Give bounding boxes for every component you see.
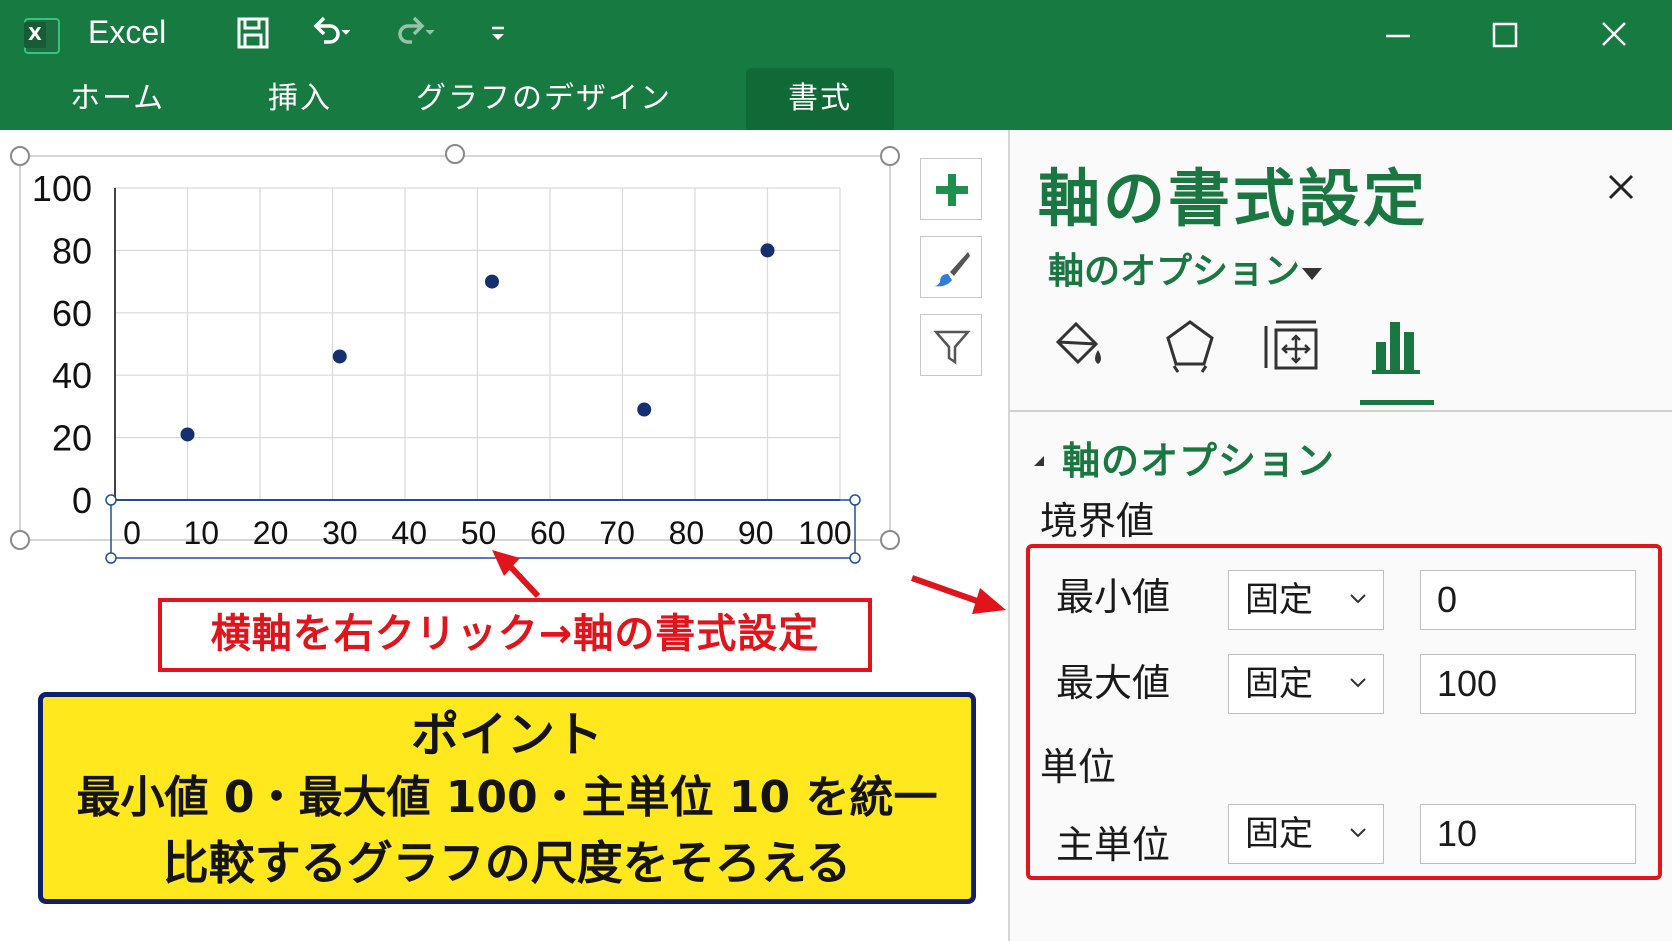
size-properties-icon[interactable] bbox=[1260, 316, 1320, 376]
tab-format[interactable]: 書式 bbox=[746, 68, 894, 130]
chevron-down-icon bbox=[1350, 828, 1366, 838]
maximize-icon[interactable] bbox=[1492, 22, 1518, 48]
major-unit-mode-select[interactable]: 固定 bbox=[1228, 804, 1384, 864]
axis-selection-handle bbox=[105, 494, 117, 506]
data-point bbox=[180, 427, 195, 442]
save-icon[interactable] bbox=[236, 16, 270, 50]
point-note: ポイント 最小値 0・最大値 100・主単位 10 を統一 比較するグラフの尺度… bbox=[38, 692, 976, 904]
app-title: Excel bbox=[88, 14, 167, 50]
major-unit-value-input[interactable]: 10 bbox=[1420, 804, 1636, 864]
major-unit-label: 主単位 bbox=[1056, 823, 1171, 867]
plus-icon bbox=[936, 174, 968, 206]
y-tick-label: 40 bbox=[52, 355, 92, 396]
y-tick-label: 20 bbox=[52, 418, 92, 459]
close-pane-icon[interactable] bbox=[1606, 172, 1636, 202]
tab-chart-design[interactable]: グラフのデザイン bbox=[416, 68, 672, 130]
y-tick-label: 80 bbox=[52, 230, 92, 271]
tab-insert[interactable]: 挿入 bbox=[268, 68, 332, 130]
y-tick-label: 0 bbox=[72, 480, 92, 521]
maximum-label: 最大値 bbox=[1056, 661, 1171, 705]
x-tick-label: 10 bbox=[184, 515, 220, 551]
chart-area-frame[interactable] bbox=[10, 144, 900, 550]
x-tick-label: 30 bbox=[322, 515, 358, 551]
x-tick-label: 80 bbox=[669, 515, 705, 551]
x-tick-label: 70 bbox=[599, 515, 635, 551]
selection-handle bbox=[10, 530, 30, 550]
chevron-down-icon bbox=[1350, 678, 1366, 688]
selection-handle bbox=[880, 146, 900, 166]
data-point bbox=[637, 402, 652, 417]
units-label: 単位 bbox=[1040, 745, 1117, 789]
chart-filters-button[interactable] bbox=[920, 314, 982, 376]
excel-logo-icon: X bbox=[24, 18, 60, 54]
x-tick-label: 100 bbox=[798, 515, 851, 551]
data-point bbox=[485, 274, 499, 289]
arrow-to-pane bbox=[911, 575, 981, 605]
pane-divider bbox=[1010, 410, 1672, 412]
format-axis-pane: 軸の書式設定 軸のオプション 軸のオプション 境界値 最小値 固定 0 最大値 … bbox=[1008, 130, 1672, 941]
minimize-icon[interactable] bbox=[1384, 26, 1412, 46]
point-note-line-2: 比較するグラフの尺度をそろえる bbox=[162, 836, 852, 890]
y-tick-label: 60 bbox=[52, 293, 92, 334]
arrow-to-axis bbox=[505, 561, 541, 599]
filter-icon bbox=[933, 330, 971, 365]
pentagon-icon[interactable] bbox=[1160, 316, 1220, 376]
selection-handle bbox=[880, 530, 900, 550]
section-axis-options[interactable]: 軸のオプション bbox=[1062, 430, 1335, 485]
x-tick-label: 0 bbox=[123, 515, 141, 551]
undo-icon[interactable] bbox=[310, 14, 354, 50]
title-bar: X Excel ホーム 挿入 グラフのデザイン 書式 bbox=[0, 0, 1672, 130]
x-tick-label: 50 bbox=[461, 515, 497, 551]
selection-handle bbox=[10, 146, 30, 166]
instruction-callout: 横軸を右クリック→軸の書式設定 bbox=[158, 598, 872, 672]
chart-styles-button[interactable] bbox=[920, 236, 982, 298]
bar-chart-icon[interactable] bbox=[1368, 316, 1428, 376]
maximum-mode-select[interactable]: 固定 bbox=[1228, 654, 1384, 714]
x-tick-label: 90 bbox=[738, 515, 774, 551]
data-point bbox=[332, 349, 347, 364]
customize-qat-icon[interactable] bbox=[488, 22, 508, 46]
point-note-line-1: 最小値 0・最大値 100・主単位 10 を統一 bbox=[76, 772, 938, 823]
pane-title: 軸の書式設定 bbox=[1038, 162, 1429, 235]
caret-down-icon[interactable] bbox=[1300, 266, 1324, 282]
chart-elements-button[interactable] bbox=[920, 158, 982, 220]
arrow-head bbox=[972, 588, 1006, 614]
minimum-value-input[interactable]: 0 bbox=[1420, 570, 1636, 630]
active-tab-indicator bbox=[1360, 400, 1434, 405]
data-point bbox=[760, 243, 775, 258]
axis-selection-handle bbox=[849, 552, 861, 564]
brush-icon bbox=[934, 252, 970, 287]
minimum-mode-select[interactable]: 固定 bbox=[1228, 570, 1384, 630]
point-note-title: ポイント bbox=[410, 707, 603, 763]
fill-bucket-icon[interactable] bbox=[1048, 316, 1108, 376]
x-tick-label: 40 bbox=[391, 515, 427, 551]
tab-home[interactable]: ホーム bbox=[70, 68, 165, 130]
chart-area-border bbox=[19, 155, 891, 541]
redo-icon[interactable] bbox=[392, 14, 436, 50]
selection-handle bbox=[445, 144, 465, 164]
bounds-label: 境界値 bbox=[1040, 499, 1155, 543]
close-icon[interactable] bbox=[1600, 20, 1628, 48]
chevron-down-icon bbox=[1350, 594, 1366, 604]
collapse-triangle-icon[interactable] bbox=[1032, 454, 1046, 468]
x-tick-label: 60 bbox=[530, 515, 566, 551]
axis-selection-handle bbox=[849, 494, 861, 506]
y-tick-label: 100 bbox=[32, 168, 92, 209]
axis-selection-handle bbox=[105, 552, 117, 564]
minimum-label: 最小値 bbox=[1056, 575, 1171, 619]
axis-options-dropdown[interactable]: 軸のオプション bbox=[1048, 242, 1300, 294]
x-tick-label: 20 bbox=[253, 515, 289, 551]
maximum-value-input[interactable]: 100 bbox=[1420, 654, 1636, 714]
